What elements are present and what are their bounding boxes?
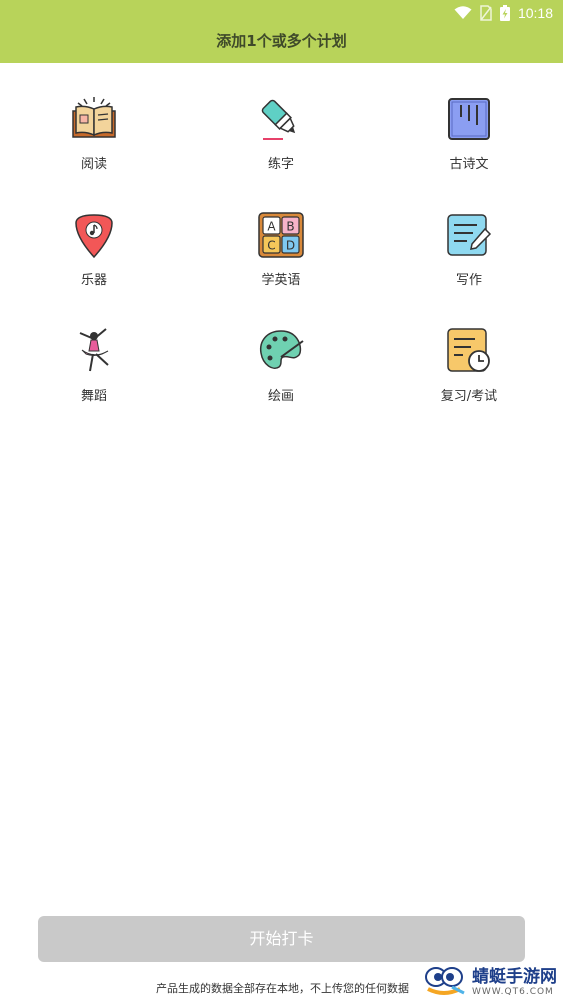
svg-text:C: C: [267, 239, 275, 253]
plan-label: 乐器: [80, 273, 107, 288]
plan-label: 练字: [267, 157, 294, 172]
plan-label: 学英语: [261, 273, 301, 288]
dragonfly-logo-icon: [425, 966, 465, 995]
plan-label: 绘画: [267, 389, 294, 404]
notepad-pen-icon: [447, 214, 492, 256]
privacy-note: 产品生成的数据全部存在本地，不上传您的任何数据: [156, 982, 409, 995]
plan-item-english[interactable]: A B C D 学英语: [221, 211, 341, 288]
status-bar: 10:18: [454, 3, 553, 23]
plan-item-instrument[interactable]: 乐器: [34, 211, 154, 288]
plan-label: 古诗文: [449, 157, 489, 172]
no-sim-icon: [480, 5, 492, 21]
plan-item-dance[interactable]: 舞蹈: [34, 327, 154, 404]
plan-item-painting[interactable]: 绘画: [221, 327, 341, 404]
book-icon: [72, 97, 116, 138]
plan-label: 写作: [455, 273, 482, 288]
plan-label: 复习/考试: [440, 389, 498, 404]
marker-pen-icon: [261, 99, 296, 140]
guitar-pick-icon: [75, 214, 113, 259]
status-time: 10:18: [517, 5, 553, 21]
page-title: 添加1个或多个计划: [216, 32, 347, 50]
header-bar: 10:18 添加1个或多个计划: [0, 0, 563, 63]
site-watermark: 蜻蜓手游网 WWW.QT6.COM: [422, 962, 557, 997]
abcd-blocks-icon: A B C D: [258, 212, 304, 258]
svg-text:D: D: [286, 239, 295, 253]
plan-label: 阅读: [80, 157, 107, 172]
document-clock-icon: [447, 328, 490, 372]
plan-label: 舞蹈: [80, 389, 107, 404]
ballet-dancer-icon: [79, 328, 109, 372]
plan-item-reading[interactable]: 阅读: [34, 95, 154, 172]
start-checkin-button[interactable]: 开始打卡: [38, 916, 525, 962]
wifi-icon: [454, 6, 472, 19]
scroll-icon: [448, 98, 490, 140]
svg-text:A: A: [267, 220, 276, 234]
plan-item-calligraphy[interactable]: 练字: [221, 95, 341, 172]
plan-item-classical-poetry[interactable]: 古诗文: [409, 95, 529, 172]
battery-charging-icon: [499, 5, 510, 21]
svg-text:B: B: [286, 220, 294, 234]
watermark-subtitle: WWW.QT6.COM: [472, 987, 554, 997]
plan-item-review-exam[interactable]: 复习/考试: [409, 327, 529, 404]
watermark-title: 蜻蜓手游网: [472, 967, 557, 987]
plan-item-writing[interactable]: 写作: [409, 211, 529, 288]
paint-palette-icon: [259, 330, 304, 369]
